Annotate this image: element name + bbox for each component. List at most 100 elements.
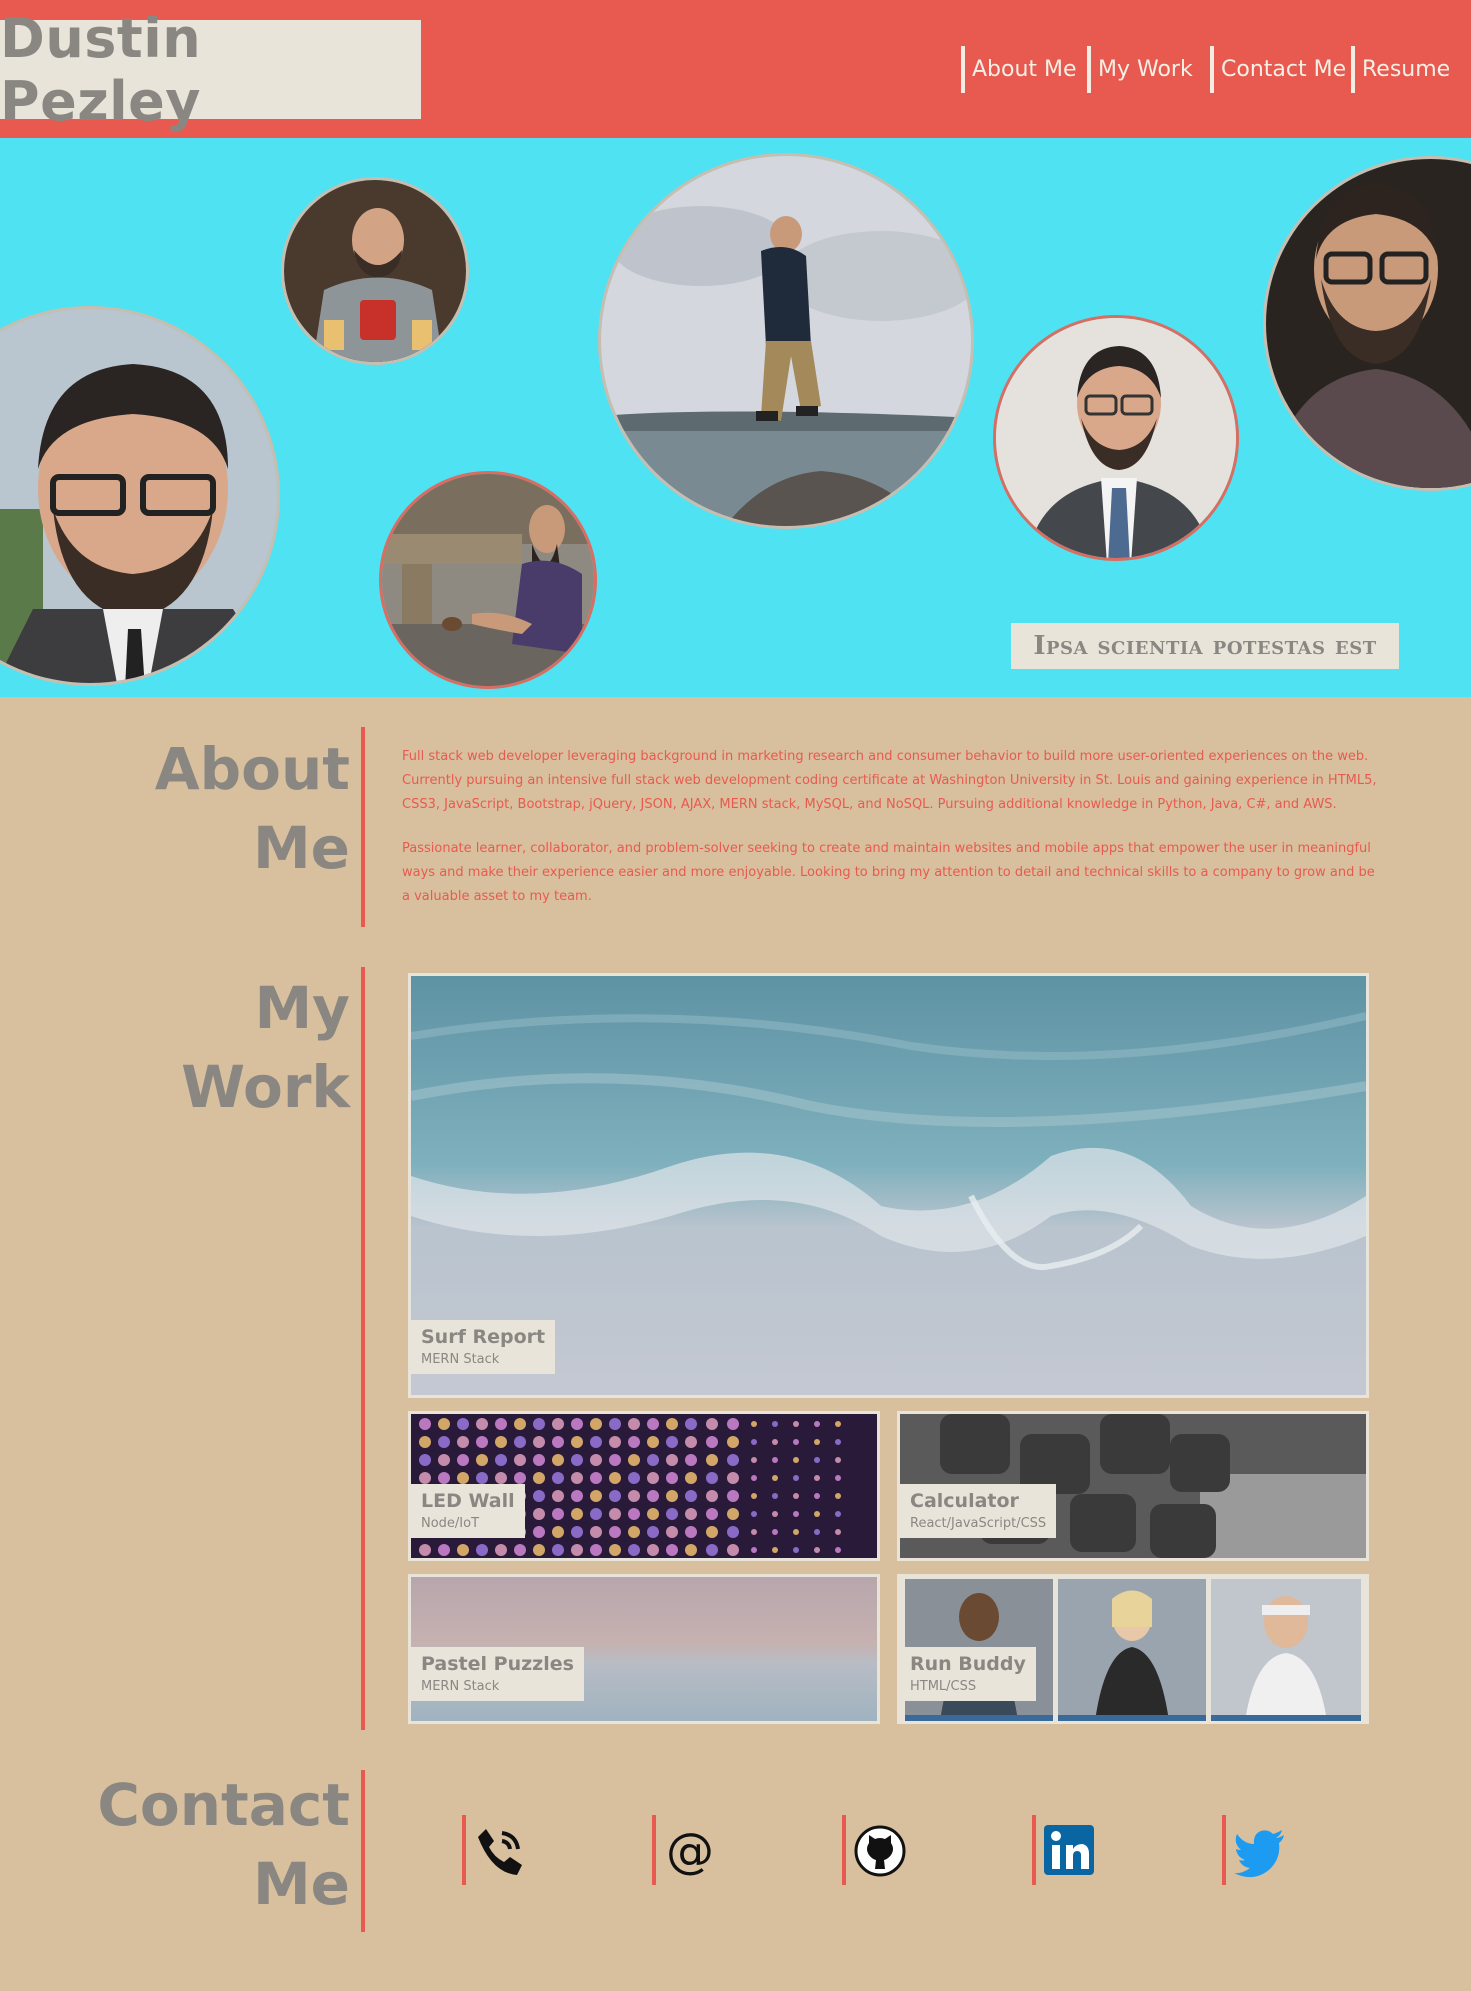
led-dot (772, 1457, 778, 1463)
led-dot (533, 1526, 545, 1538)
led-dot (457, 1436, 469, 1448)
led-dot (727, 1526, 739, 1538)
led-dot (727, 1490, 739, 1502)
led-dot (814, 1421, 820, 1427)
led-dot (685, 1526, 697, 1538)
led-dot (571, 1508, 583, 1520)
site-name-box[interactable]: Dustin Pezley (0, 7, 421, 133)
led-dot (793, 1511, 799, 1517)
project-card-led-wall[interactable]: LED Wall Node/IoT (408, 1411, 880, 1561)
hero-banner: Ipsa scientia potestas est (0, 138, 1471, 697)
led-dot (476, 1418, 488, 1430)
led-dot (772, 1421, 778, 1427)
led-dot (590, 1472, 602, 1484)
led-dot (552, 1472, 564, 1484)
portrait-photo-cliff (598, 153, 974, 529)
led-dot (457, 1454, 469, 1466)
about-divider (361, 727, 365, 927)
nav-my-work[interactable]: My Work (1087, 46, 1193, 93)
work-heading-line1: My (254, 974, 350, 1042)
project-card-run-buddy[interactable]: Run Buddy HTML/CSS (897, 1574, 1369, 1724)
led-dot (666, 1472, 678, 1484)
led-dot (814, 1529, 820, 1535)
led-dot (772, 1511, 778, 1517)
led-dot (590, 1490, 602, 1502)
led-dot (793, 1439, 799, 1445)
project-card-surf-report[interactable]: Surf Report MERN Stack (408, 973, 1369, 1398)
project-title: LED Wall (421, 1490, 515, 1512)
led-wall-label: LED Wall Node/IoT (411, 1484, 525, 1538)
led-dot (751, 1493, 757, 1499)
led-dot (751, 1457, 757, 1463)
led-dot (628, 1508, 640, 1520)
led-dot (438, 1454, 450, 1466)
nav-contact-me[interactable]: Contact Me (1210, 46, 1346, 93)
led-dot (727, 1454, 739, 1466)
led-dot (835, 1457, 841, 1463)
led-dot (533, 1472, 545, 1484)
project-title: Pastel Puzzles (421, 1653, 574, 1675)
about-heading-line1: About (154, 735, 350, 803)
led-dot (476, 1544, 488, 1556)
led-dot (706, 1418, 718, 1430)
led-dot (476, 1436, 488, 1448)
led-dot (647, 1418, 659, 1430)
led-dot (628, 1526, 640, 1538)
led-dot (457, 1418, 469, 1430)
led-dot (751, 1529, 757, 1535)
led-dot (552, 1508, 564, 1520)
led-dot (457, 1472, 469, 1484)
about-heading-line2: Me (252, 814, 350, 882)
led-dot (706, 1436, 718, 1448)
led-dot (590, 1418, 602, 1430)
led-dot (727, 1418, 739, 1430)
led-dot (727, 1436, 739, 1448)
calculator-label: Calculator React/JavaScript/CSS (900, 1484, 1057, 1538)
contact-linkedin-link[interactable] (1032, 1815, 1112, 1885)
led-dot (457, 1544, 469, 1556)
led-dot (793, 1421, 799, 1427)
led-dot (419, 1436, 431, 1448)
led-dot (793, 1547, 799, 1553)
contact-heading-line1: Contact (97, 1771, 350, 1839)
led-dot (628, 1436, 640, 1448)
led-dot (552, 1454, 564, 1466)
project-card-calculator[interactable]: Calculator React/JavaScript/CSS (897, 1411, 1369, 1561)
led-dot (685, 1418, 697, 1430)
portrait-photo-selfie (1263, 156, 1471, 491)
project-stack: HTML/CSS (910, 1679, 977, 1694)
led-dot (814, 1547, 820, 1553)
led-dot (533, 1418, 545, 1430)
contact-me-heading: Contact Me (50, 1766, 350, 1924)
led-dot (590, 1508, 602, 1520)
about-me-heading: About Me (100, 730, 350, 888)
led-dot (495, 1436, 507, 1448)
motto-banner: Ipsa scientia potestas est (1011, 623, 1399, 669)
led-dot (438, 1472, 450, 1484)
led-dot (514, 1454, 526, 1466)
led-dot (571, 1418, 583, 1430)
project-card-pastel-puzzles[interactable]: Pastel Puzzles MERN Stack (408, 1574, 880, 1724)
contact-email-link[interactable]: @ (652, 1815, 732, 1885)
led-dot (685, 1508, 697, 1520)
led-dot (476, 1454, 488, 1466)
nav-about-me[interactable]: About Me (961, 46, 1077, 93)
nav-resume[interactable]: Resume (1351, 46, 1450, 93)
led-dot (552, 1490, 564, 1502)
about-paragraph-2: Passionate learner, collaborator, and pr… (402, 841, 1375, 904)
led-dot (609, 1544, 621, 1556)
contact-phone-link[interactable] (462, 1815, 542, 1885)
led-dot (666, 1454, 678, 1466)
led-dot (552, 1436, 564, 1448)
contact-github-link[interactable] (842, 1815, 922, 1885)
led-dot (628, 1544, 640, 1556)
led-dot (666, 1526, 678, 1538)
contact-twitter-link[interactable] (1222, 1815, 1302, 1885)
led-dot (647, 1508, 659, 1520)
project-stack: MERN Stack (421, 1352, 500, 1367)
github-icon (854, 1825, 906, 1877)
pastel-puzzles-label: Pastel Puzzles MERN Stack (411, 1647, 584, 1701)
led-dot (751, 1421, 757, 1427)
led-dot (685, 1490, 697, 1502)
led-dot (571, 1472, 583, 1484)
